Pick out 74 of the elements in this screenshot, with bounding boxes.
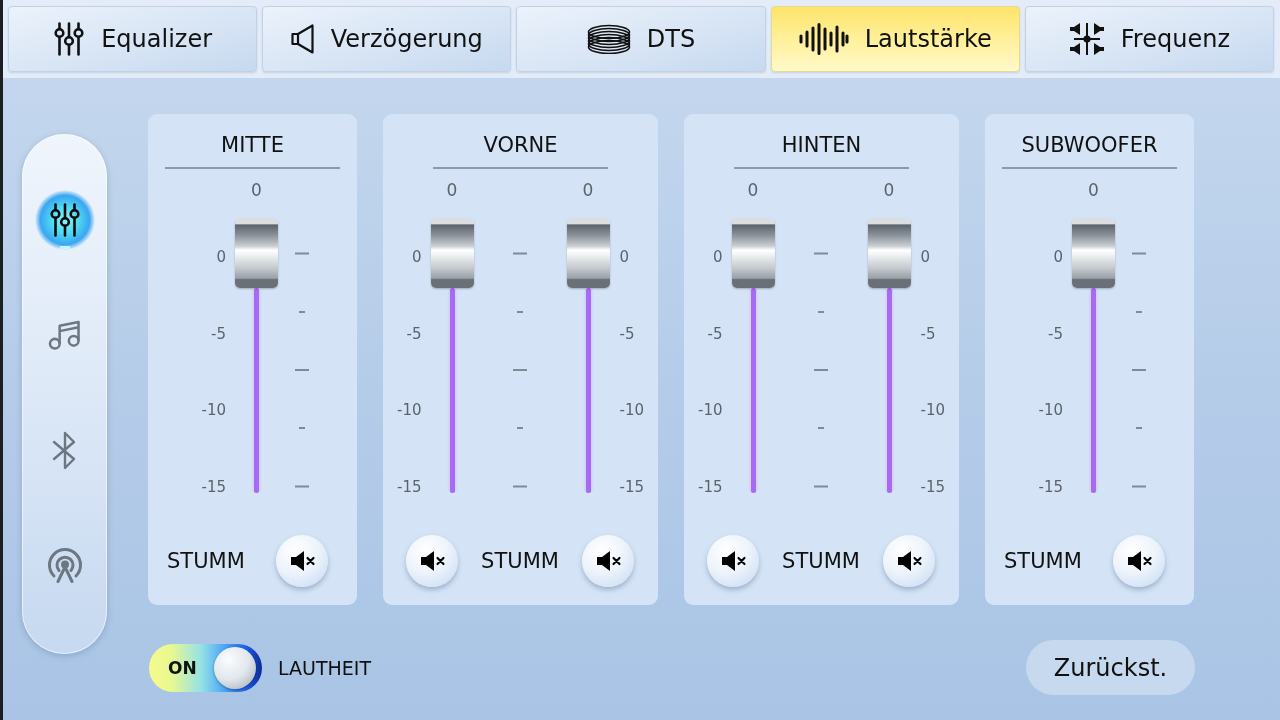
scale-label: -10 <box>397 402 422 419</box>
panel-title: SUBWOOFER <box>1021 133 1158 157</box>
slider-thumb[interactable] <box>566 218 610 288</box>
mute-icon <box>721 550 747 572</box>
slider-value: 0 <box>1088 180 1099 200</box>
tab[interactable]: Frequenz <box>1024 6 1274 72</box>
scale-label: 0 <box>411 249 422 265</box>
scale-label: -5 <box>1048 325 1063 342</box>
mute-button[interactable] <box>707 535 759 587</box>
scale-label: -15 <box>1038 478 1063 495</box>
crosshair-icon <box>1068 22 1105 56</box>
antenna-icon <box>46 547 83 583</box>
scale-label: -10 <box>619 402 644 419</box>
scale-label: -5 <box>211 325 226 342</box>
panel-title: HINTEN <box>781 133 862 157</box>
mute-icon <box>1127 550 1153 572</box>
scale-label: -10 <box>201 402 226 419</box>
mute-button[interactable] <box>1113 535 1165 587</box>
sliders-icon <box>53 22 86 56</box>
toggle-knob-icon <box>214 646 256 689</box>
slider-thumb[interactable] <box>430 218 474 288</box>
scale-label: -5 <box>920 325 936 342</box>
bluetooth-icon <box>52 430 77 470</box>
scale-label: -15 <box>397 478 422 495</box>
mute-icon <box>897 550 923 572</box>
scale-label: -10 <box>1038 402 1063 419</box>
scale-label: -10 <box>698 402 723 419</box>
slider-value: 0 <box>251 180 262 200</box>
slider-value: 0 <box>446 180 458 200</box>
slider-thumb[interactable] <box>867 218 911 288</box>
scale-label: -15 <box>698 478 723 495</box>
loudness-toggle[interactable]: ON <box>149 643 262 692</box>
slider-thumb[interactable] <box>1072 218 1115 288</box>
coil-icon <box>586 24 631 54</box>
reset-button[interactable]: Zurückst. <box>1026 640 1195 695</box>
mute-label: STUMM <box>1004 549 1082 573</box>
scale-label: -5 <box>707 325 723 342</box>
scale-label: 0 <box>1053 249 1063 265</box>
music-note-icon <box>48 320 81 350</box>
panel-title: MITTE <box>221 133 284 157</box>
slider-value: 0 <box>883 180 895 200</box>
mute-label: STUMM <box>167 549 245 573</box>
mute-button[interactable] <box>582 535 634 587</box>
waveform-icon <box>798 23 849 55</box>
panel-title: VORNE <box>483 133 558 157</box>
slider-thumb[interactable] <box>731 218 775 288</box>
sliders-icon <box>49 203 80 237</box>
scale-label: 0 <box>216 249 226 265</box>
slider-thumb[interactable] <box>235 218 278 288</box>
mute-icon <box>420 550 446 572</box>
scale-label: 0 <box>920 249 931 265</box>
mute-button[interactable] <box>406 535 458 587</box>
mute-button[interactable] <box>276 535 328 587</box>
slider-value: 0 <box>582 180 594 200</box>
scale-label: -15 <box>619 478 644 495</box>
scale-label: -15 <box>201 478 226 495</box>
tab[interactable]: Verzögerung <box>262 6 512 72</box>
slider-value: 0 <box>747 180 759 200</box>
scale-label: -15 <box>920 478 945 495</box>
mute-icon <box>596 550 622 572</box>
scale-label: -5 <box>406 325 422 342</box>
scale-label: 0 <box>712 249 723 265</box>
loudness-label: LAUTHEIT <box>278 656 372 679</box>
mute-button[interactable] <box>883 535 935 587</box>
mute-label: STUMM <box>481 549 559 573</box>
scale-label: -5 <box>619 325 635 342</box>
tab[interactable]: DTS <box>516 6 766 72</box>
speaker-icon <box>290 24 315 54</box>
mute-label: STUMM <box>782 549 860 573</box>
scale-label: -10 <box>920 402 945 419</box>
scale-label: 0 <box>619 249 630 265</box>
tab[interactable]: Equalizer <box>8 6 258 72</box>
mute-icon <box>290 550 316 572</box>
tab[interactable]: Lautstärke <box>770 6 1020 72</box>
